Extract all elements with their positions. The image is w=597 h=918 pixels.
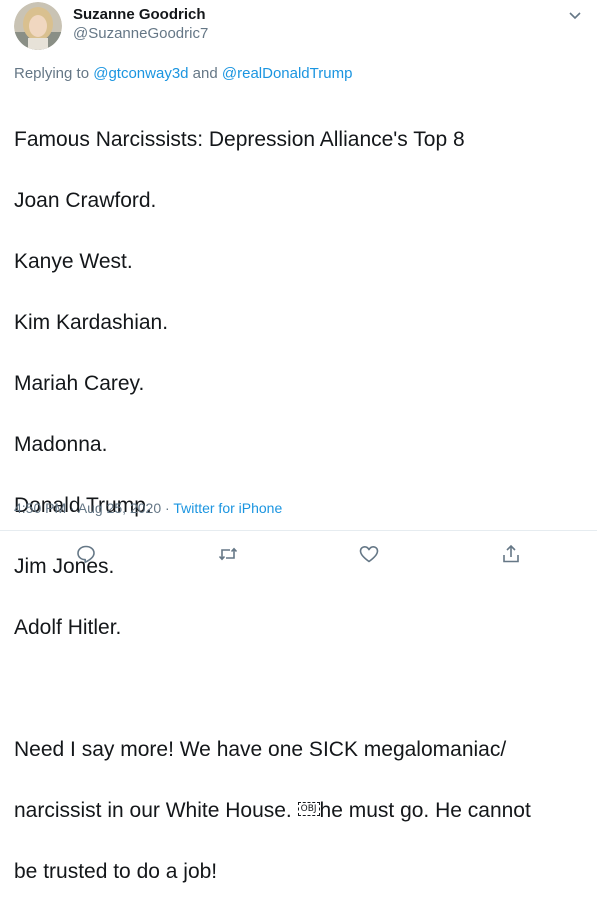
object-placeholder-icon: OBJ: [297, 801, 320, 816]
reply-icon[interactable]: [75, 543, 97, 565]
tweet-line: Kim Kardashian.: [14, 310, 169, 334]
user-handle[interactable]: @SuzanneGoodric7: [73, 24, 208, 44]
replying-to-prefix: Replying to: [14, 65, 94, 82]
tweet-text-segment: narcissist in our White House.: [14, 798, 298, 822]
replying-to: Replying to @gtconway3d and @realDonaldT…: [14, 64, 352, 84]
tweet-line: narcissist in our White House. OBJ he mus…: [14, 796, 589, 827]
share-icon[interactable]: [500, 543, 522, 565]
tweet-line: Need I say more! We have one SICK megalo…: [14, 737, 507, 761]
reply-mention-2[interactable]: @realDonaldTrump: [222, 65, 353, 82]
tweet-text-segment: he must go. He cannot: [319, 798, 531, 822]
tweet-meta: 4:50 PM · Aug 25, 2020 · Twitter for iPh…: [14, 498, 282, 518]
tweet-actions: [0, 543, 597, 569]
tweet-card: Suzanne Goodrich @SuzanneGoodric7 Replyi…: [0, 0, 597, 883]
divider: [0, 530, 597, 531]
replying-to-and: and: [188, 65, 222, 82]
meta-separator: ·: [161, 500, 174, 516]
tweet-line: Madonna.: [14, 432, 108, 456]
tweet-time[interactable]: 4:50 PM: [14, 500, 66, 516]
meta-separator: ·: [66, 500, 78, 516]
tweet-date[interactable]: Aug 25, 2020: [78, 500, 161, 516]
tweet-line: Joan Crawford.: [14, 188, 157, 212]
tweet-line: Mariah Carey.: [14, 371, 145, 395]
like-icon[interactable]: [358, 543, 380, 565]
tweet-line: Famous Narcissists: Depression Alliance'…: [14, 127, 465, 151]
tweet-line: be trusted to do a job!: [14, 859, 218, 883]
retweet-icon[interactable]: [217, 543, 239, 565]
tweet-line: Kanye West.: [14, 249, 133, 273]
display-name[interactable]: Suzanne Goodrich: [73, 6, 208, 24]
tweet-source[interactable]: Twitter for iPhone: [173, 500, 282, 516]
tweet-line: Adolf Hitler.: [14, 615, 122, 639]
avatar[interactable]: [14, 2, 62, 50]
chevron-down-icon[interactable]: [566, 6, 584, 24]
author-block[interactable]: Suzanne Goodrich @SuzanneGoodric7: [73, 6, 208, 44]
tweet-header: Suzanne Goodrich @SuzanneGoodric7: [14, 0, 584, 52]
reply-mention-1[interactable]: @gtconway3d: [93, 65, 188, 82]
